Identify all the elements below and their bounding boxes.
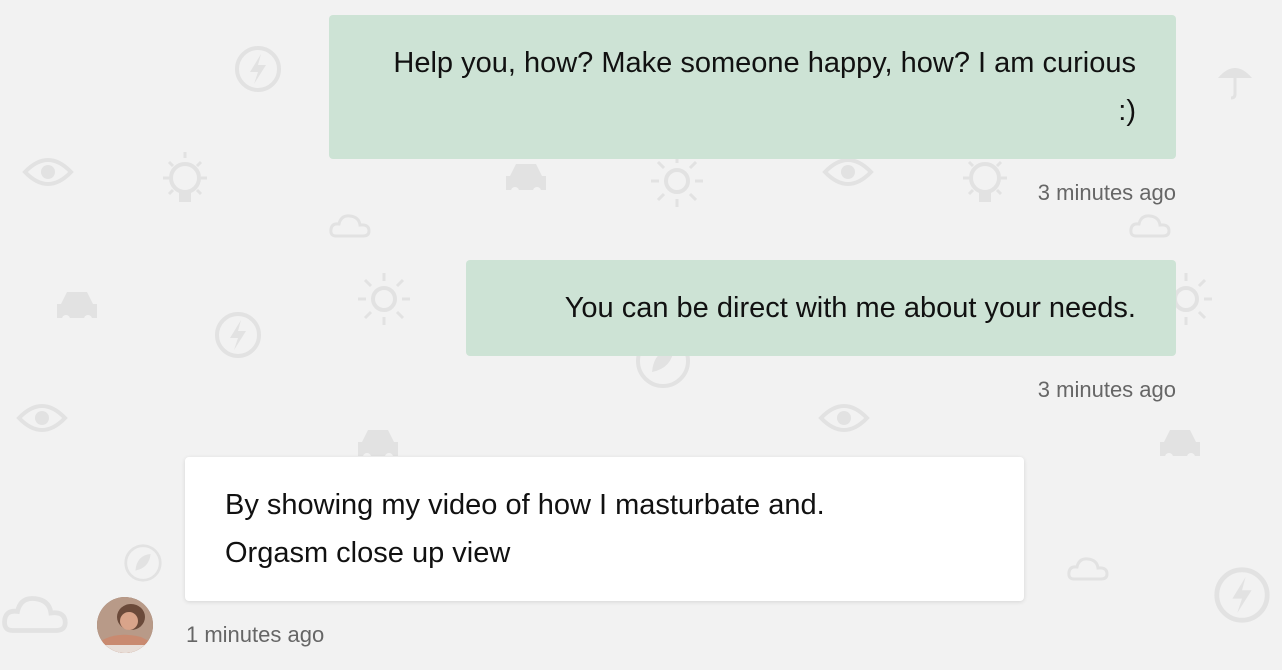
lightbulb-icon (163, 152, 207, 202)
car-icon (506, 164, 546, 195)
message-text: Help you, how? Make someone happy, how? … (393, 47, 1136, 127)
cloud-icon (1067, 557, 1109, 581)
eye-icon (818, 404, 870, 432)
eye-icon (22, 158, 74, 186)
lightning-icon (235, 46, 281, 92)
sun-icon (651, 155, 703, 207)
car-icon (1160, 430, 1200, 461)
cloud-icon (1129, 214, 1171, 238)
user-avatar-photo (97, 597, 153, 653)
cloud-icon (329, 214, 371, 238)
user-avatar[interactable] (97, 597, 153, 653)
message-text: You can be direct with me about your nee… (564, 292, 1136, 324)
umbrella-icon (1218, 68, 1252, 100)
message-timestamp: 3 minutes ago (1037, 180, 1176, 205)
eye-icon (16, 404, 68, 432)
message-timestamp: 1 minutes ago (186, 622, 325, 647)
message-bubble-received: By showing my video of how I masturbate … (185, 457, 1024, 601)
message-bubble-sent: You can be direct with me about your nee… (466, 260, 1176, 356)
message-bubble-sent: Help you, how? Make someone happy, how? … (329, 15, 1176, 159)
chat-area[interactable]: Help you, how? Make someone happy, how? … (0, 0, 1282, 670)
car-icon (57, 292, 97, 323)
sun-icon (358, 273, 410, 325)
cloud-icon (2, 596, 68, 633)
message-timestamp: 3 minutes ago (1037, 377, 1176, 402)
lightning-icon (1214, 567, 1270, 623)
message-text: By showing my video of how I masturbate … (225, 489, 825, 569)
leaf-icon (124, 544, 162, 582)
lightning-icon (215, 312, 261, 358)
